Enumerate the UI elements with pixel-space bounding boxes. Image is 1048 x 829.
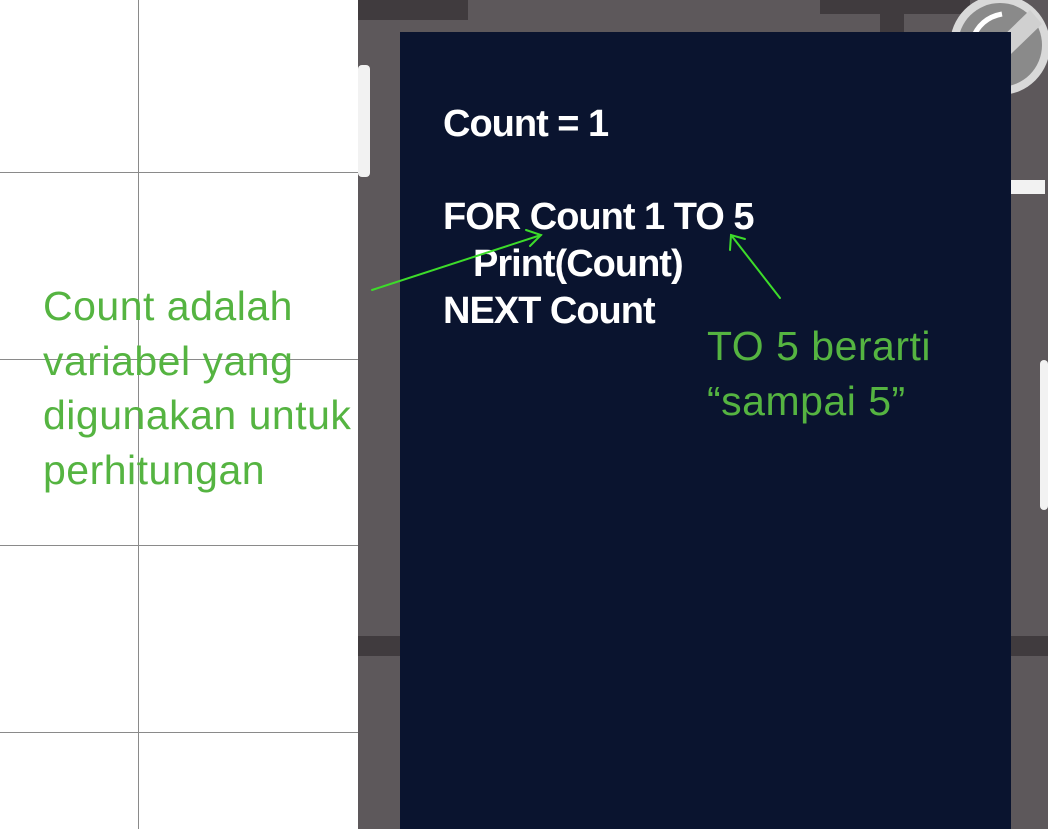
annotation-arrows	[371, 229, 781, 299]
arrow-to-five	[729, 233, 781, 299]
canvas: Count = 1 FOR Count 1 TO 5 Print(Count) …	[0, 0, 1048, 829]
arrow-to-count	[371, 229, 543, 291]
